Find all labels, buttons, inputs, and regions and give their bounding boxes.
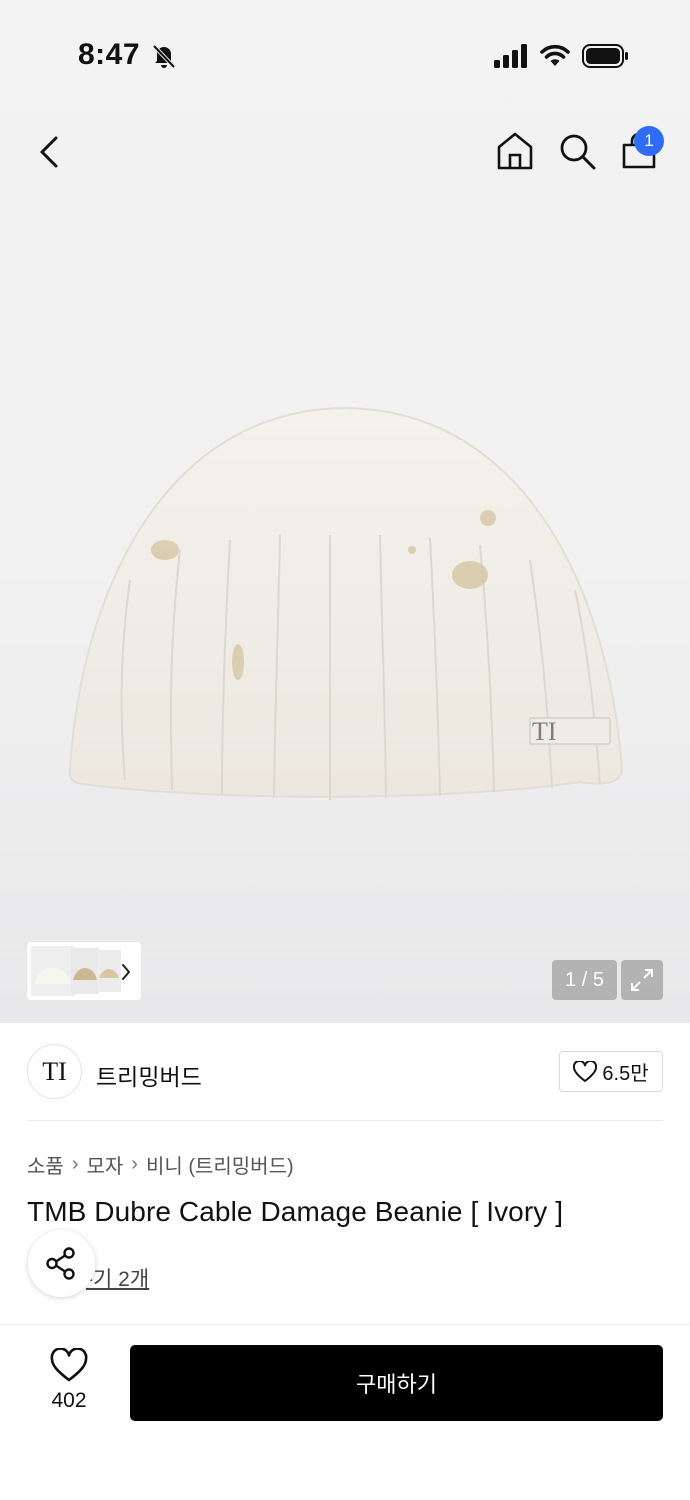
wish-count: 402 (51, 1389, 87, 1412)
breadcrumb: 소품 › 모자 › 비니 (트리밍버드) (27, 1150, 294, 1179)
expand-button[interactable] (621, 960, 663, 1000)
chevron-right-icon: › (131, 1153, 138, 1175)
brand-logo[interactable]: TI (27, 1044, 82, 1099)
heart-icon[interactable] (50, 1348, 88, 1384)
bell-off-icon (152, 44, 176, 69)
battery-icon (582, 44, 628, 68)
review-link[interactable]: -기 2개 (86, 1263, 149, 1293)
svg-text:TI: TI (532, 717, 557, 746)
gallery-pager: 1 / 5 (552, 960, 617, 1000)
divider (27, 1120, 663, 1121)
breadcrumb-item[interactable]: 모자 (86, 1150, 123, 1179)
brand-like-count: 6.5만 (602, 1063, 649, 1085)
product-title: TMB Dubre Cable Damage Beanie [ Ivory ] (27, 1196, 564, 1227)
status-time: 8:47 (78, 38, 141, 71)
search-icon[interactable] (556, 130, 598, 172)
signal-icon (494, 44, 527, 68)
back-icon[interactable] (30, 130, 70, 174)
expand-icon (631, 969, 653, 991)
chevron-right-icon: › (71, 1153, 79, 1175)
heart-icon (573, 1060, 598, 1082)
home-icon[interactable] (494, 130, 536, 172)
buy-button[interactable]: 구매하기 (130, 1345, 663, 1421)
cart-badge: 1 (634, 126, 664, 156)
breadcrumb-item[interactable]: 소품 (27, 1150, 64, 1179)
chevron-right-icon (122, 964, 130, 980)
share-button[interactable] (28, 1230, 95, 1297)
brand-like-button[interactable]: 6.5만 (559, 1051, 663, 1092)
product-image[interactable]: TI (60, 400, 630, 810)
wifi-icon (540, 44, 570, 66)
status-bar: 8:47 (0, 0, 690, 110)
share-icon (46, 1247, 75, 1280)
thumbnail-strip[interactable] (27, 942, 141, 1000)
brand-name[interactable]: 트리밍버드 (96, 1058, 202, 1092)
breadcrumb-item[interactable]: 비니 (트리밍버드) (146, 1150, 294, 1179)
